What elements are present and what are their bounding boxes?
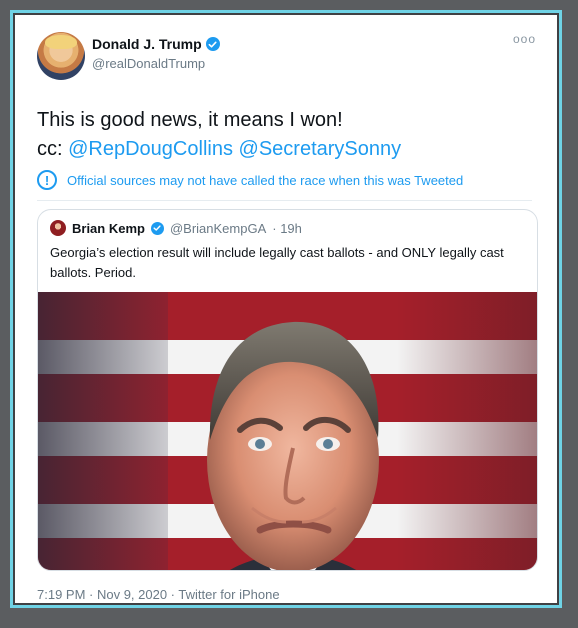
verified-icon: [205, 37, 220, 51]
mention-secretarysonny[interactable]: @SecretarySonny: [239, 138, 402, 160]
more-options-icon[interactable]: ooo: [513, 32, 536, 46]
cc-prefix: cc:: [37, 138, 63, 160]
mention-repdougcollins[interactable]: @RepDougCollins: [68, 138, 233, 160]
quoted-tweet[interactable]: Brian Kemp @BrianKempGA · 19h Georgia’s …: [37, 209, 538, 571]
author-handle[interactable]: @realDonaldTrump: [92, 56, 220, 71]
quoted-time[interactable]: · 19h: [272, 221, 302, 236]
flag-shadow-right: [397, 292, 537, 570]
verified-icon: [150, 221, 164, 235]
quoted-tweet-text: Georgia’s election result will include l…: [50, 245, 504, 280]
author-name[interactable]: Donald J. Trump: [92, 36, 202, 52]
author-block[interactable]: Donald J. Trump @realDonaldTrump: [92, 36, 220, 71]
quoted-author-handle[interactable]: @BrianKempGA: [170, 221, 266, 236]
quoted-tweet-header: Brian Kemp @BrianKempGA · 19h: [50, 220, 302, 236]
tweet-body: This is good news, it means I won! cc: @…: [37, 106, 532, 164]
election-notice[interactable]: ! Official sources may not have called t…: [37, 170, 463, 190]
flag-shadow-left: [38, 292, 168, 570]
author-name-row[interactable]: Donald J. Trump: [92, 36, 220, 52]
info-exclamation-icon: !: [37, 170, 57, 190]
tweet-header: Donald J. Trump @realDonaldTrump ooo: [37, 32, 538, 82]
quoted-author-avatar[interactable]: [50, 220, 66, 236]
quoted-author-name[interactable]: Brian Kemp: [72, 221, 145, 236]
screenshot-frame: Donald J. Trump @realDonaldTrump ooo Thi…: [10, 10, 562, 608]
tweet-line-2: cc: @RepDougCollins @SecretarySonny: [37, 135, 532, 164]
author-avatar[interactable]: [37, 32, 85, 80]
notice-text[interactable]: Official sources may not have called the…: [67, 173, 463, 188]
tweet-line-1: This is good news, it means I won!: [37, 109, 343, 131]
tweet-card: Donald J. Trump @realDonaldTrump ooo Thi…: [24, 24, 548, 602]
portrait-illustration: [207, 321, 379, 570]
tweet-metadata[interactable]: 7:19 PM · Nov 9, 2020 · Twitter for iPho…: [37, 587, 280, 602]
quoted-image[interactable]: [38, 292, 537, 570]
divider: [37, 200, 532, 201]
